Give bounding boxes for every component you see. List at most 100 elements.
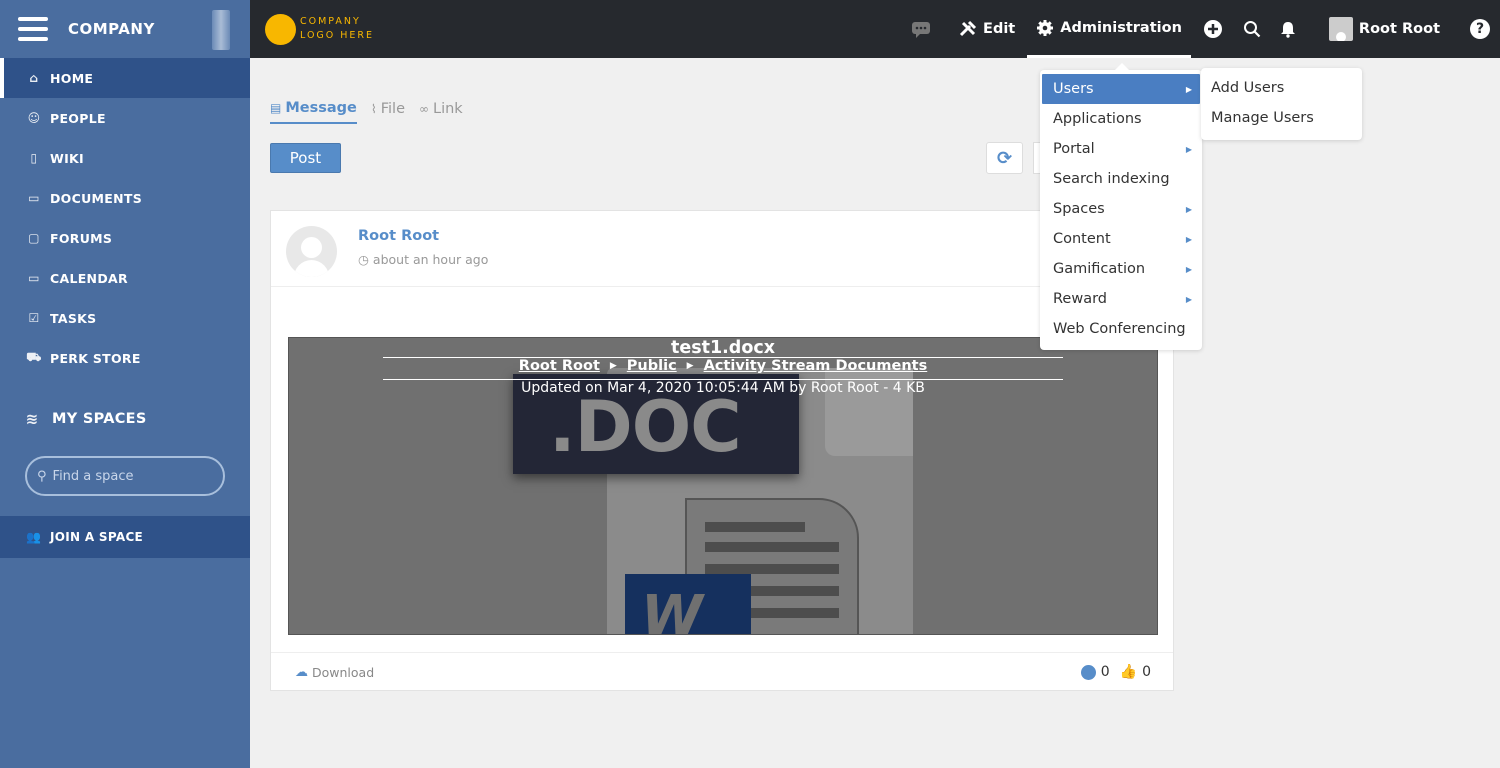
menu-item-portal[interactable]: Portal ▶ — [1042, 134, 1200, 164]
menu-item-label: Web Conferencing — [1053, 321, 1186, 337]
composer-tabs: ▤ Message ⌇ File ∞ Link — [270, 100, 463, 124]
find-space-input[interactable]: ⚲ Find a space — [25, 456, 225, 496]
company-logo-text[interactable]: COMPANY LOGO HERE — [300, 15, 374, 43]
menu-item-gamification[interactable]: Gamification ▶ — [1042, 254, 1200, 284]
hamburger-menu-icon[interactable] — [18, 17, 48, 41]
comment-icon — [1080, 664, 1096, 680]
administration-button[interactable]: Administration — [1027, 0, 1191, 58]
comment-button[interactable]: 0 — [1080, 664, 1110, 680]
author-avatar[interactable] — [286, 226, 337, 277]
sidebar-item-documents[interactable]: ▭ DOCUMENTS — [0, 178, 250, 218]
user-name: Root Root — [1358, 21, 1440, 37]
breadcrumb-item[interactable]: Root Root — [519, 358, 600, 374]
doc-line — [705, 564, 839, 574]
thumbs-up-icon: 👍 — [1119, 664, 1138, 680]
logo-line2: LOGO HERE — [300, 30, 375, 41]
document-preview[interactable]: .DOC W test1.docx Root Root ▶ Public ▶ A… — [288, 337, 1158, 635]
menu-item-spaces[interactable]: Spaces ▶ — [1042, 194, 1200, 224]
join-space-button[interactable]: 👥 JOIN A SPACE — [0, 516, 250, 558]
top-bar: COMPANY LOGO HERE Edit Administration Ro… — [250, 0, 1500, 58]
chat-icon[interactable] — [911, 20, 931, 38]
help-icon[interactable]: ? — [1470, 19, 1490, 39]
doc-line — [705, 522, 805, 532]
menu-item-manage-users[interactable]: Manage Users — [1201, 103, 1362, 133]
breadcrumb-item[interactable]: Public — [627, 358, 677, 374]
like-button[interactable]: 👍 0 — [1120, 664, 1151, 680]
sidebar-item-forums[interactable]: ▢ FORUMS — [0, 218, 250, 258]
tab-label: File — [380, 101, 405, 117]
book-icon: ▯ — [30, 151, 38, 165]
tab-file[interactable]: ⌇ File — [371, 100, 405, 124]
menu-item-web-conferencing[interactable]: Web Conferencing — [1042, 314, 1200, 344]
search-icon[interactable] — [1243, 20, 1261, 38]
find-space-placeholder: Find a space — [52, 468, 134, 484]
gear-icon — [1036, 19, 1054, 37]
tab-label: Link — [433, 101, 463, 117]
sidebar-item-people[interactable]: ☺ PEOPLE — [0, 98, 250, 138]
divider — [271, 286, 1173, 287]
doc-badge-text: .DOC — [549, 386, 742, 468]
menu-item-label: Applications — [1053, 111, 1142, 127]
administration-label: Administration — [1060, 19, 1182, 36]
activity-time: ◷ about an hour ago — [358, 252, 488, 267]
author-name[interactable]: Root Root — [358, 228, 439, 244]
group-icon: 👥 — [26, 530, 42, 544]
menu-item-applications[interactable]: Applications — [1042, 104, 1200, 134]
menu-item-label: Content — [1053, 231, 1111, 247]
menu-item-add-users[interactable]: Add Users — [1201, 73, 1362, 103]
sidebar-item-perk-store[interactable]: ⛟ PERK STORE — [0, 338, 250, 378]
sidebar-item-label: CALENDAR — [50, 270, 128, 286]
edit-label: Edit — [983, 21, 1016, 37]
menu-item-label: Users — [1053, 81, 1094, 97]
folder-icon: ▭ — [28, 191, 40, 205]
home-icon: ⌂ — [29, 71, 39, 85]
calendar-icon: ▭ — [28, 271, 40, 285]
sidebar-item-label: PEOPLE — [50, 110, 106, 126]
company-logo-icon[interactable] — [265, 13, 296, 45]
menu-item-search-indexing[interactable]: Search indexing — [1042, 164, 1200, 194]
sidebar-item-label: HOME — [50, 70, 94, 86]
caret-right-icon: ▶ — [1185, 204, 1192, 214]
menu-item-users[interactable]: Users ▶ — [1042, 74, 1200, 104]
bell-icon[interactable] — [1279, 20, 1297, 38]
caret-right-icon: ▶ — [1185, 234, 1192, 244]
comment-count: 0 — [1100, 664, 1110, 680]
user-menu[interactable]: Root Root — [1328, 17, 1440, 41]
divider — [271, 652, 1173, 653]
tab-message[interactable]: ▤ Message — [270, 100, 357, 124]
sidebar-item-wiki[interactable]: ▯ WIKI — [0, 138, 250, 178]
activity-card: Root Root ◷ about an hour ago .DOC W tes… — [270, 210, 1174, 691]
activity-counters: 0 👍 0 — [1080, 664, 1151, 680]
sidebar-item-label: WIKI — [50, 150, 84, 166]
sidebar-item-label: DOCUMENTS — [50, 190, 142, 206]
breadcrumb-item[interactable]: Activity Stream Documents — [704, 358, 928, 374]
search-icon: ⚲ — [37, 468, 47, 484]
breadcrumb: Root Root ▶ Public ▶ Activity Stream Doc… — [289, 358, 1157, 374]
sidebar-item-home[interactable]: ⌂ HOME — [0, 58, 250, 98]
logo-line1: COMPANY — [300, 16, 361, 27]
download-link[interactable]: ☁ Download — [295, 665, 374, 680]
menu-item-reward[interactable]: Reward ▶ — [1042, 284, 1200, 314]
sidebar-nav: ⌂ HOME ☺ PEOPLE ▯ WIKI ▭ DOCUMENTS ▢ FORUMS ▭… — [0, 58, 250, 378]
caret-right-icon: ▶ — [686, 361, 694, 371]
add-icon[interactable] — [1203, 19, 1223, 39]
my-spaces-header[interactable]: ≋ MY SPACES — [0, 378, 250, 438]
sidebar-item-calendar[interactable]: ▭ CALENDAR — [0, 258, 250, 298]
refresh-icon[interactable]: ⟳ — [986, 142, 1023, 174]
menu-item-content[interactable]: Content ▶ — [1042, 224, 1200, 254]
edit-button[interactable]: Edit — [959, 20, 1015, 38]
word-logo-letter: W — [641, 584, 703, 635]
clock-icon: ◷ — [358, 252, 369, 267]
file-title[interactable]: test1.docx — [289, 338, 1157, 358]
download-label: Download — [312, 665, 375, 680]
post-button[interactable]: Post — [270, 143, 341, 173]
menu-item-label: Spaces — [1053, 201, 1105, 217]
sidebar-item-tasks[interactable]: ☑ TASKS — [0, 298, 250, 338]
tools-icon — [959, 20, 977, 38]
caret-right-icon: ▶ — [1185, 144, 1192, 154]
tab-link[interactable]: ∞ Link — [419, 100, 463, 124]
sidebar-header: COMPANY — [0, 0, 250, 58]
menu-item-label: Search indexing — [1053, 171, 1170, 187]
doc-line — [705, 542, 839, 552]
company-name[interactable]: COMPANY — [68, 20, 155, 38]
